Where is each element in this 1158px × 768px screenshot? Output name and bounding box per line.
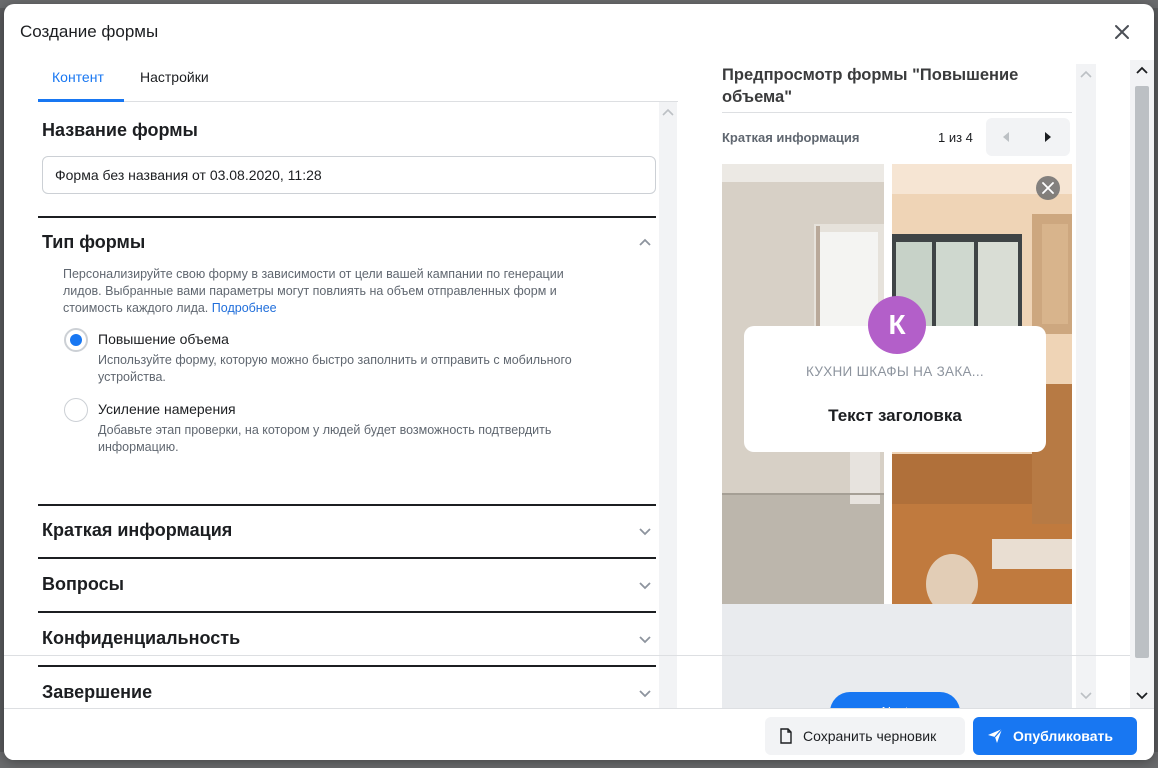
send-icon — [988, 728, 1003, 743]
section-divider — [38, 665, 656, 667]
chevron-up-icon — [639, 238, 651, 246]
editor-scrollbar[interactable] — [659, 102, 677, 708]
card-headline: Текст заголовка — [828, 406, 962, 425]
option-intent-help: Добавьте этап проверки, на котором у люд… — [98, 423, 552, 454]
publish-button[interactable]: Опубликовать — [973, 717, 1137, 755]
save-draft-label: Сохранить черновик — [803, 728, 937, 744]
caret-left-icon — [1003, 132, 1009, 142]
document-icon — [780, 728, 792, 744]
preview-page-indicator: 1 из 4 — [938, 130, 973, 145]
modal-footer: Сохранить черновик Опубликовать — [4, 708, 1154, 760]
close-icon — [1042, 182, 1054, 194]
scroll-down-icon — [1080, 692, 1092, 700]
form-type-section: Тип формы Персонализируйте свою форму в … — [38, 232, 656, 492]
section-questions-header: Вопросы — [38, 574, 656, 598]
form-name-heading: Название формы — [42, 120, 198, 140]
option-volume-help: Используйте форму, которую можно быстро … — [98, 353, 572, 384]
footer-divider — [4, 655, 1154, 656]
option-intent-label: Усиление намерения — [98, 401, 236, 417]
scroll-thumb[interactable] — [1135, 86, 1149, 658]
page-avatar: К — [868, 296, 926, 354]
option-volume-label: Повышение объема — [98, 331, 229, 347]
form-type-heading: Тип формы — [42, 232, 146, 252]
section-divider — [38, 557, 656, 559]
modal-title: Создание формы — [20, 22, 159, 41]
chevron-down-icon — [639, 582, 651, 590]
save-draft-button[interactable]: Сохранить черновик — [765, 717, 965, 755]
section-privacy[interactable]: Конфиденциальность — [38, 628, 656, 652]
section-questions-heading: Вопросы — [42, 574, 125, 594]
preview-divider — [722, 112, 1072, 113]
form-type-header[interactable]: Тип формы — [38, 232, 656, 256]
scroll-up-icon — [662, 108, 674, 116]
scroll-up-icon — [1080, 70, 1092, 78]
section-divider — [38, 611, 656, 613]
create-form-modal: Создание формы Контент Настройки Названи… — [4, 4, 1154, 760]
form-type-description-text: Персонализируйте свою форму в зависимост… — [63, 267, 564, 315]
form-editor-panel: Контент Настройки Название формы Тип фор… — [4, 60, 680, 708]
learn-more-link[interactable]: Подробнее — [212, 301, 277, 315]
editor-scroll-area: Название формы Тип формы Персонализируйт… — [4, 102, 680, 708]
modal-header: Создание формы — [4, 4, 1154, 60]
preview-next-button[interactable] — [1028, 118, 1070, 156]
preview-title: Предпросмотр формы "Повышение объема" — [722, 66, 1019, 106]
section-completion[interactable]: Завершение — [38, 682, 656, 706]
page-name: КУХНИ ШКАФЫ НА ЗАКА... — [806, 364, 984, 379]
section-questions[interactable]: Вопросы — [38, 574, 656, 598]
radio-intent[interactable] — [64, 398, 88, 422]
section-intro-heading: Краткая информация — [42, 520, 233, 540]
section-completion-heading: Завершение — [42, 682, 153, 702]
caret-right-icon — [1045, 132, 1051, 142]
form-name-input[interactable] — [42, 156, 656, 194]
form-preview-panel: Предпросмотр формы "Повышение объема" Кр… — [680, 60, 1154, 708]
radio-volume[interactable] — [64, 328, 88, 352]
preview-continue-button[interactable]: Next — [830, 692, 960, 708]
modal-scrollbar[interactable] — [1130, 60, 1154, 708]
close-icon — [1115, 25, 1129, 39]
section-completion-header: Завершение — [38, 682, 656, 706]
chevron-down-icon — [639, 636, 651, 644]
section-intro-header: Краткая информация — [38, 520, 656, 544]
chevron-down-icon — [639, 528, 651, 536]
form-name-header: Название формы — [38, 120, 656, 144]
publish-label: Опубликовать — [1013, 728, 1113, 744]
section-divider — [38, 504, 656, 506]
editor-tabs: Контент Настройки — [38, 60, 678, 102]
section-divider — [38, 216, 656, 218]
form-type-description: Персонализируйте свою форму в зависимост… — [63, 266, 583, 317]
tab-content[interactable]: Контент — [38, 60, 124, 102]
form-name-section: Название формы — [38, 120, 656, 194]
chevron-down-icon — [639, 690, 651, 698]
section-privacy-heading: Конфиденциальность — [42, 628, 241, 648]
scroll-down-icon — [1136, 692, 1148, 700]
preview-screen-label: Краткая информация — [722, 130, 860, 145]
section-intro[interactable]: Краткая информация — [38, 520, 656, 544]
phone-preview: К КУХНИ ШКАФЫ НА ЗАКА... Текст заголовка… — [722, 164, 1072, 708]
preview-scrollbar[interactable] — [1076, 64, 1096, 708]
preview-prev-button[interactable] — [986, 118, 1028, 156]
close-button[interactable] — [1112, 22, 1132, 42]
intro-card: К КУХНИ ШКАФЫ НА ЗАКА... Текст заголовка — [744, 296, 1046, 452]
preview-close-button[interactable] — [1036, 176, 1060, 200]
tab-settings[interactable]: Настройки — [126, 60, 226, 102]
section-privacy-header: Конфиденциальность — [38, 628, 656, 652]
scroll-up-icon — [1136, 66, 1148, 74]
